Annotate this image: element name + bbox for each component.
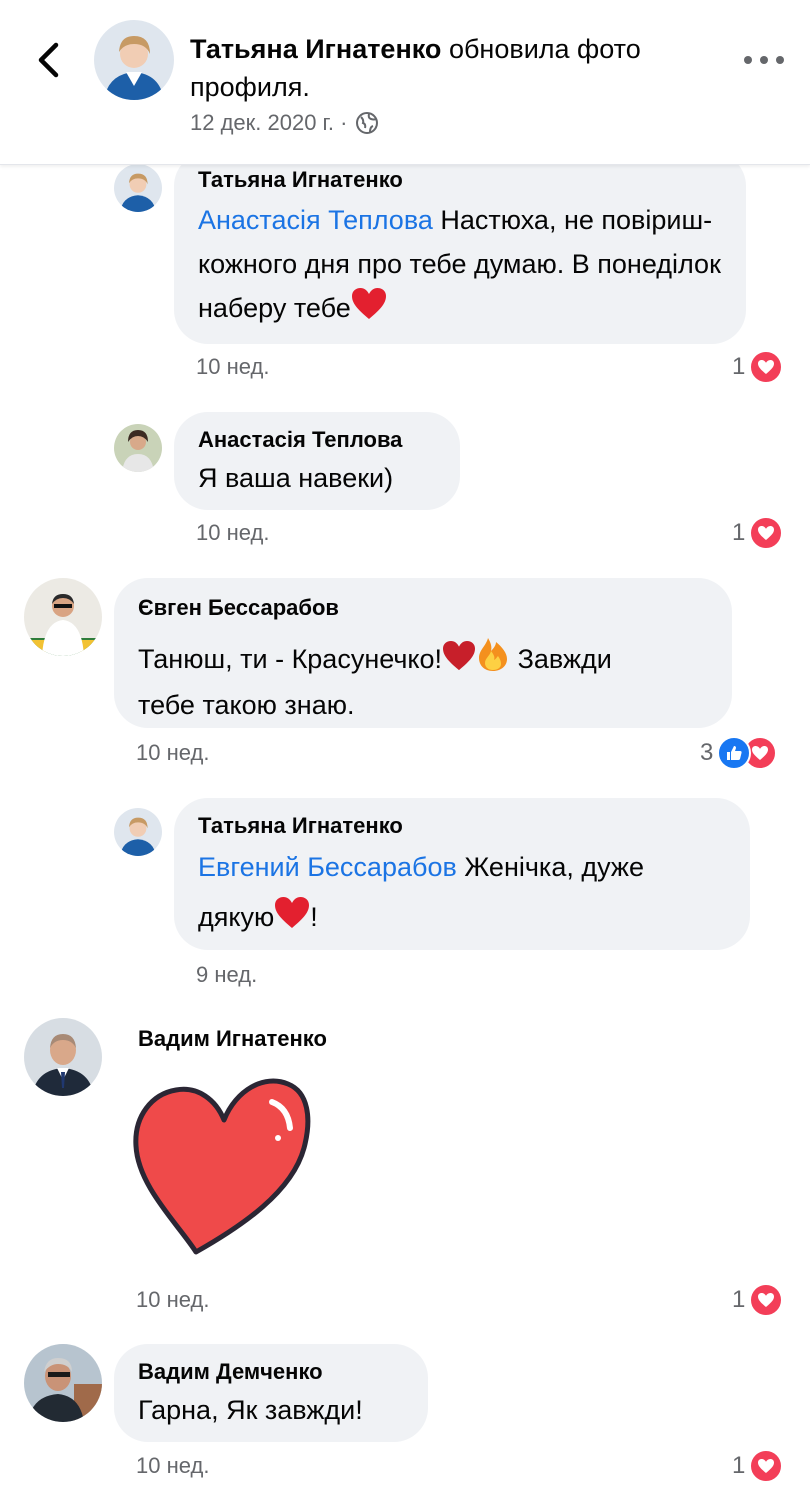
commenter-name[interactable]: Татьяна Игнатенко — [198, 812, 726, 840]
like-reaction-icon — [717, 736, 752, 770]
comment-body: ! — [310, 902, 318, 932]
commenter-avatar[interactable] — [24, 578, 102, 656]
comment-time: 10 нед. — [136, 1287, 210, 1312]
comment-bubble[interactable]: Вадим Демченко Гарна, Як завжди! — [114, 1344, 428, 1442]
comment-body: Завжди — [517, 644, 612, 674]
comment-bubble[interactable]: Татьяна Игнатенко Евгений Бессарабов Жен… — [174, 798, 750, 950]
comment-body: Танюш, ти - Красунечко! — [138, 644, 443, 674]
author-name[interactable]: Татьяна Игнатенко — [190, 34, 441, 64]
globe-icon — [356, 112, 379, 134]
comment-time: 10 нед. — [196, 520, 270, 545]
comment-text: Танюш, ти - Красунечко! Завжди тебе тако… — [138, 636, 708, 728]
reaction-summary[interactable]: 1 — [732, 516, 784, 550]
dot — [760, 56, 768, 64]
comment-text: Евгений Бессарабов Женічка, дуже дякую! — [198, 842, 726, 942]
comment-bubble[interactable]: Анастасія Теплова Я ваша навеки) — [174, 412, 460, 510]
love-reaction-icon — [749, 1449, 784, 1483]
heart-sticker[interactable] — [132, 1076, 312, 1263]
comment-body: Женічка, дуже — [464, 852, 644, 882]
reaction-count: 1 — [732, 353, 746, 380]
comment-time: 10 нед. — [136, 740, 210, 765]
reaction-count: 1 — [732, 519, 746, 546]
comment-time: 9 нед. — [196, 962, 258, 987]
comment-bubble[interactable]: Євген Бессарабов Танюш, ти - Красунечко!… — [114, 578, 732, 728]
comment-text: Я ваша навеки) — [198, 463, 394, 493]
commenter-avatar[interactable] — [24, 1344, 102, 1422]
commenter-name[interactable]: Євген Бессарабов — [138, 594, 708, 622]
commenter-avatar[interactable] — [24, 1018, 102, 1096]
comment-body: тебе такою знаю. — [138, 690, 355, 720]
dot — [776, 56, 784, 64]
red-heart-emoji-icon — [275, 897, 310, 928]
commenter-name[interactable]: Анастасія Теплова — [198, 426, 436, 454]
reaction-summary[interactable]: 1 — [732, 1449, 784, 1483]
commenter-avatar[interactable] — [114, 808, 162, 856]
chevron-left-icon — [38, 42, 59, 78]
reaction-count: 1 — [732, 1286, 746, 1313]
love-reaction-icon — [749, 350, 784, 384]
mention-link[interactable]: Евгений Бессарабов — [198, 852, 457, 882]
dot — [744, 56, 752, 64]
commenter-name[interactable]: Вадим Демченко — [138, 1358, 404, 1386]
reaction-summary[interactable]: 1 — [732, 1283, 784, 1317]
commenter-name[interactable]: Вадим Игнатенко — [138, 1026, 327, 1052]
love-reaction-icon — [749, 1283, 784, 1317]
comment-time: 10 нед. — [196, 354, 270, 379]
mention-link[interactable]: Анастасія Теплова — [198, 205, 433, 235]
post-header: Татьяна Игнатенко обновила фото профиля.… — [0, 0, 810, 165]
commenter-name[interactable]: Татьяна Игнатенко — [198, 166, 722, 194]
comment-time: 10 нед. — [136, 1453, 210, 1478]
post-date[interactable]: 12 дек. 2020 г. · — [190, 110, 347, 136]
author-avatar[interactable] — [94, 20, 174, 100]
comment-text: Анастасія Теплова Настюха, не повіриш-ко… — [198, 198, 722, 330]
reaction-summary[interactable]: 3 — [700, 736, 778, 770]
comment-bubble[interactable]: Татьяна Игнатенко Анастасія Теплова Наст… — [174, 152, 746, 344]
post-title: Татьяна Игнатенко обновила фото профиля. — [190, 30, 710, 106]
red-heart-emoji-icon — [443, 640, 476, 671]
red-heart-emoji-icon — [351, 288, 386, 319]
comment-text: Гарна, Як завжди! — [138, 1395, 363, 1425]
commenter-avatar[interactable] — [114, 424, 162, 472]
reaction-count: 3 — [700, 739, 714, 766]
reaction-count: 1 — [732, 1452, 746, 1479]
comment-body: дякую — [198, 902, 275, 932]
fire-emoji-icon — [479, 638, 508, 671]
commenter-avatar[interactable] — [114, 164, 162, 212]
back-button[interactable] — [28, 36, 68, 84]
love-reaction-icon — [749, 516, 784, 550]
reaction-summary[interactable]: 1 — [732, 350, 784, 384]
post-meta: 12 дек. 2020 г. · — [190, 110, 379, 136]
more-options-button[interactable] — [744, 48, 784, 72]
